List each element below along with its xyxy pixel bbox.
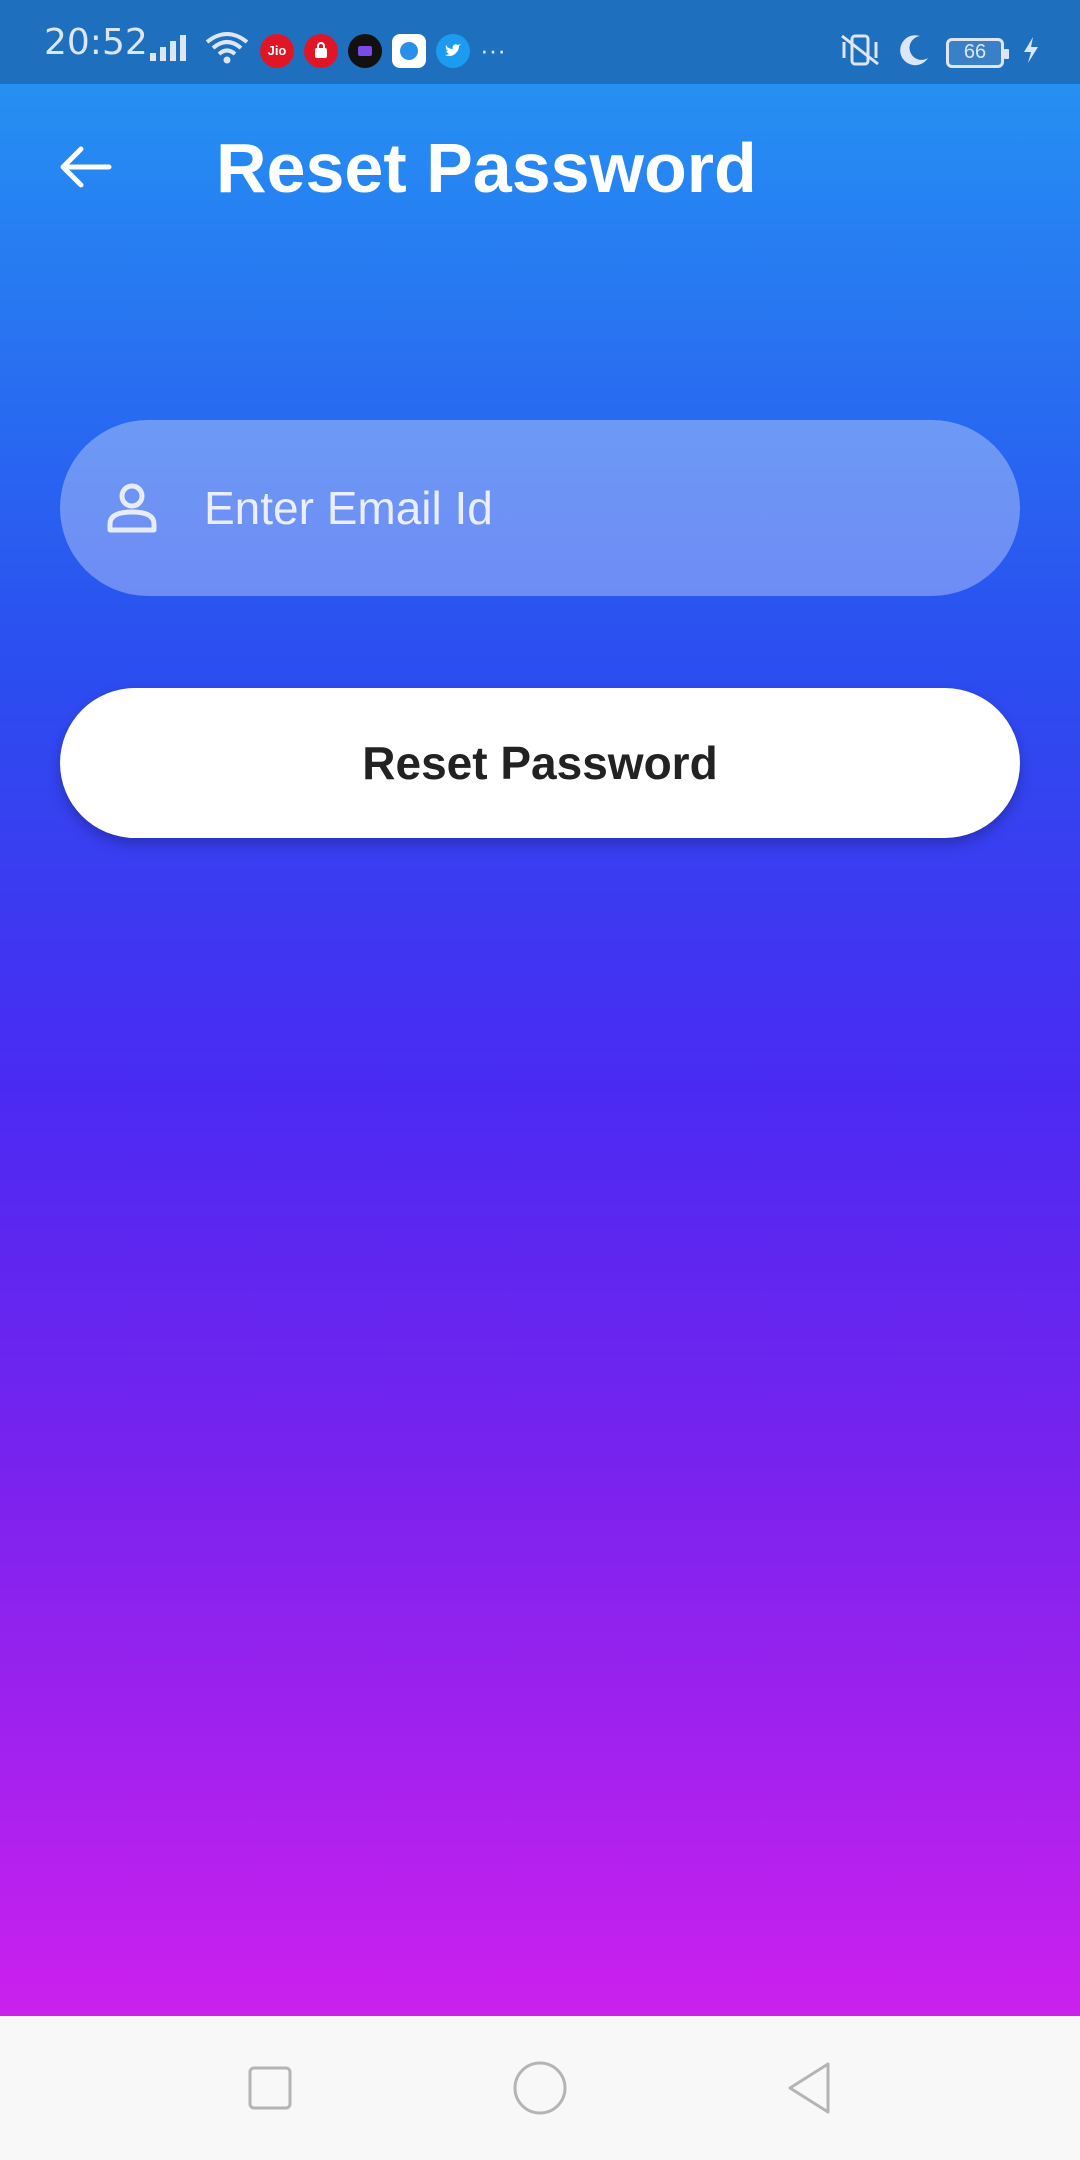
home-circle-icon: [513, 2061, 567, 2115]
person-icon: [104, 480, 160, 541]
jio-icon: Jio: [260, 33, 294, 68]
charging-bolt-icon: [1022, 36, 1040, 69]
signal-icon: [148, 33, 194, 68]
vibrate-mute-icon: [838, 32, 882, 73]
status-right-icons: 66: [838, 32, 1040, 73]
arrow-left-icon: [57, 143, 113, 196]
battery-level: 66: [963, 41, 987, 63]
wifi-icon: [204, 30, 250, 71]
status-left-icons: Jio ···: [148, 30, 506, 71]
recents-button[interactable]: [238, 2056, 302, 2120]
moon-icon: [896, 32, 932, 73]
back-triangle-icon: [788, 2062, 830, 2114]
tv-app-icon: [348, 33, 382, 68]
email-field[interactable]: [60, 420, 1020, 596]
reset-password-button[interactable]: Reset Password: [60, 688, 1020, 838]
battery-icon: 66: [946, 37, 1009, 68]
browser-icon: [392, 33, 426, 68]
status-time: 20:52: [44, 22, 148, 63]
twitter-icon: [436, 33, 470, 68]
recents-square-icon: [248, 2066, 292, 2110]
reset-password-screen: Reset Password Reset Password: [0, 84, 1080, 2016]
navigation-bar: [0, 2016, 1080, 2160]
nav-back-button[interactable]: [778, 2056, 842, 2120]
more-notifications-indicator: ···: [480, 35, 506, 65]
shopping-bag-icon: [304, 33, 338, 68]
page-title: Reset Password: [216, 129, 757, 207]
email-input[interactable]: [204, 460, 984, 556]
status-bar: 20:52 Jio ··· 66: [0, 0, 1080, 84]
home-button[interactable]: [508, 2056, 572, 2120]
back-button[interactable]: [50, 134, 120, 204]
